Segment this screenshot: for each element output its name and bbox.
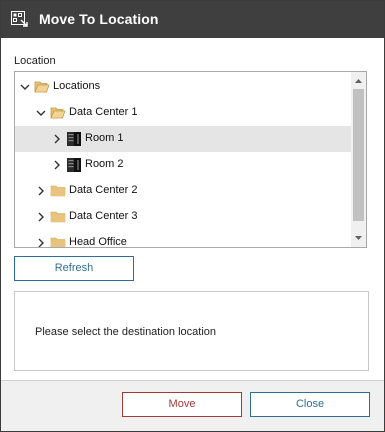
- tree-node-locations[interactable]: Locations: [15, 74, 353, 100]
- chevron-down-icon[interactable]: [19, 81, 31, 93]
- tree-node-label: Data Center 2: [69, 184, 138, 196]
- server-rack-icon: [66, 157, 82, 173]
- folder-open-icon: [50, 105, 66, 121]
- tree-node-label: Head Office: [69, 236, 127, 248]
- refresh-button[interactable]: Refresh: [14, 256, 134, 281]
- dialog-title: Move To Location: [39, 11, 159, 27]
- scroll-down-arrow-icon[interactable]: [351, 231, 366, 245]
- status-message: Please select the destination location: [35, 326, 217, 338]
- move-button[interactable]: Move: [122, 392, 242, 417]
- move-location-icon: [11, 11, 29, 28]
- folder-open-icon: [34, 79, 50, 95]
- tree-node-label: Locations: [53, 80, 101, 92]
- server-rack-icon: [66, 131, 82, 147]
- chevron-right-icon[interactable]: [51, 133, 63, 145]
- dialog-footer: Move Close: [1, 380, 384, 431]
- chevron-down-icon[interactable]: [35, 107, 47, 119]
- message-panel: Please select the destination location: [14, 291, 369, 371]
- tree-scrollbar[interactable]: [351, 72, 366, 247]
- tree-node-head-office[interactable]: Head Office: [15, 230, 353, 248]
- folder-icon: [50, 235, 66, 247]
- move-to-location-dialog: Move To Location Location Locations Data …: [0, 0, 385, 432]
- tree-node-room-1[interactable]: Room 1: [15, 126, 353, 152]
- chevron-right-icon[interactable]: [51, 159, 63, 171]
- location-tree[interactable]: Locations Data Center 1 Room 1 Room 2 Data C…: [14, 71, 367, 248]
- tree-node-room-2[interactable]: Room 2: [15, 152, 353, 178]
- folder-icon: [50, 183, 66, 199]
- tree-node-label: Data Center 3: [69, 210, 138, 222]
- tree-node-data-center-1[interactable]: Data Center 1: [15, 100, 353, 126]
- tree-node-data-center-2[interactable]: Data Center 2: [15, 178, 353, 204]
- scrollbar-thumb[interactable]: [353, 89, 364, 221]
- chevron-right-icon[interactable]: [35, 237, 47, 247]
- folder-icon: [50, 209, 66, 225]
- close-button[interactable]: Close: [250, 392, 370, 417]
- chevron-right-icon[interactable]: [35, 211, 47, 223]
- title-bar: Move To Location: [1, 1, 384, 38]
- scroll-up-arrow-icon[interactable]: [351, 74, 366, 88]
- tree-node-label: Room 1: [85, 132, 124, 144]
- chevron-right-icon[interactable]: [35, 185, 47, 197]
- location-label: Location: [14, 55, 56, 67]
- tree-node-label: Room 2: [85, 158, 124, 170]
- tree-node-data-center-3[interactable]: Data Center 3: [15, 204, 353, 230]
- tree-node-label: Data Center 1: [69, 106, 138, 118]
